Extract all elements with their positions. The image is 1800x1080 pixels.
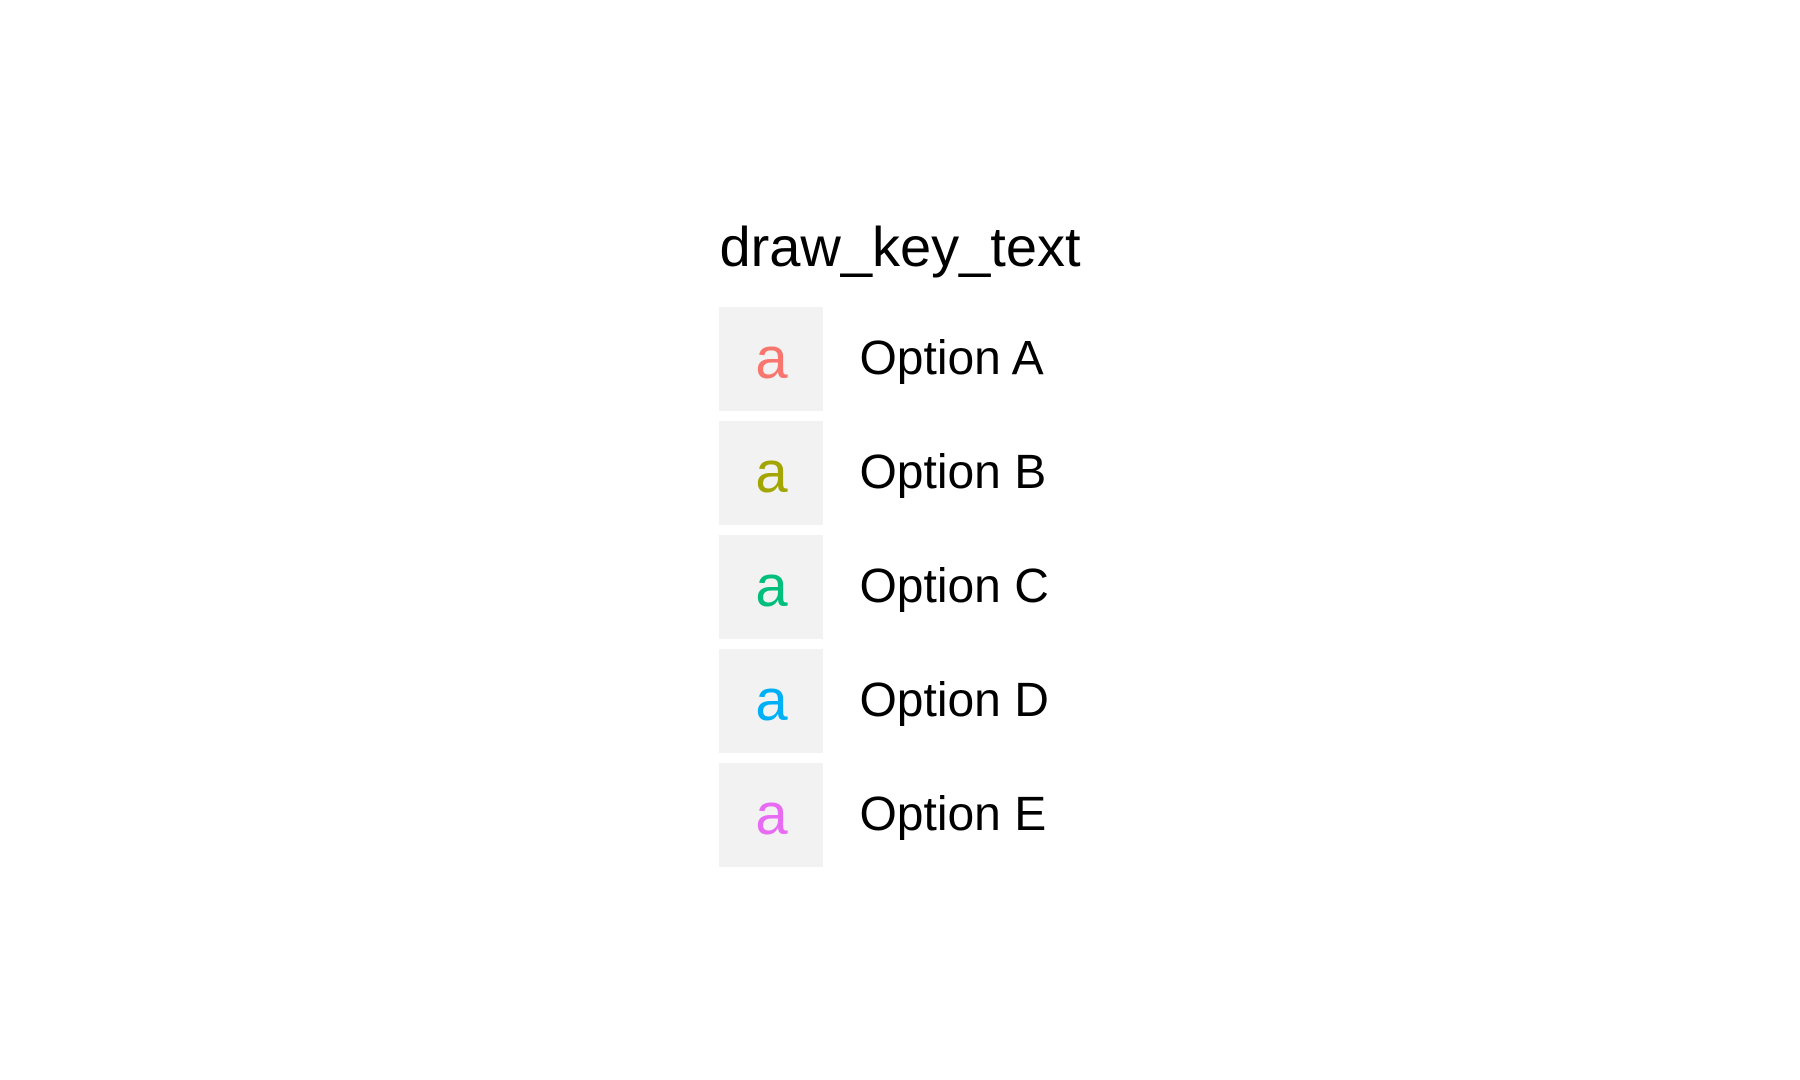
legend-item-label: Option D — [859, 673, 1048, 728]
legend-title: draw_key_text — [719, 214, 1080, 279]
legend-key-glyph: a — [719, 763, 823, 867]
legend-item-option-a: a Option A — [719, 307, 1048, 411]
legend-item-option-b: a Option B — [719, 421, 1048, 525]
legend-item-label: Option C — [859, 559, 1048, 614]
legend-item-label: Option A — [859, 331, 1043, 386]
legend-key-glyph: a — [719, 307, 823, 411]
legend-key-glyph: a — [719, 535, 823, 639]
legend-item-option-c: a Option C — [719, 535, 1048, 639]
legend-item-option-d: a Option D — [719, 649, 1048, 753]
legend-key-glyph: a — [719, 421, 823, 525]
legend-item-option-e: a Option E — [719, 763, 1048, 867]
legend-key-glyph: a — [719, 649, 823, 753]
legend-item-label: Option B — [859, 445, 1046, 500]
legend-item-label: Option E — [859, 787, 1046, 842]
legend: draw_key_text a Option A a Option B a Op… — [719, 214, 1080, 867]
legend-items: a Option A a Option B a Option C a Optio… — [719, 307, 1048, 867]
